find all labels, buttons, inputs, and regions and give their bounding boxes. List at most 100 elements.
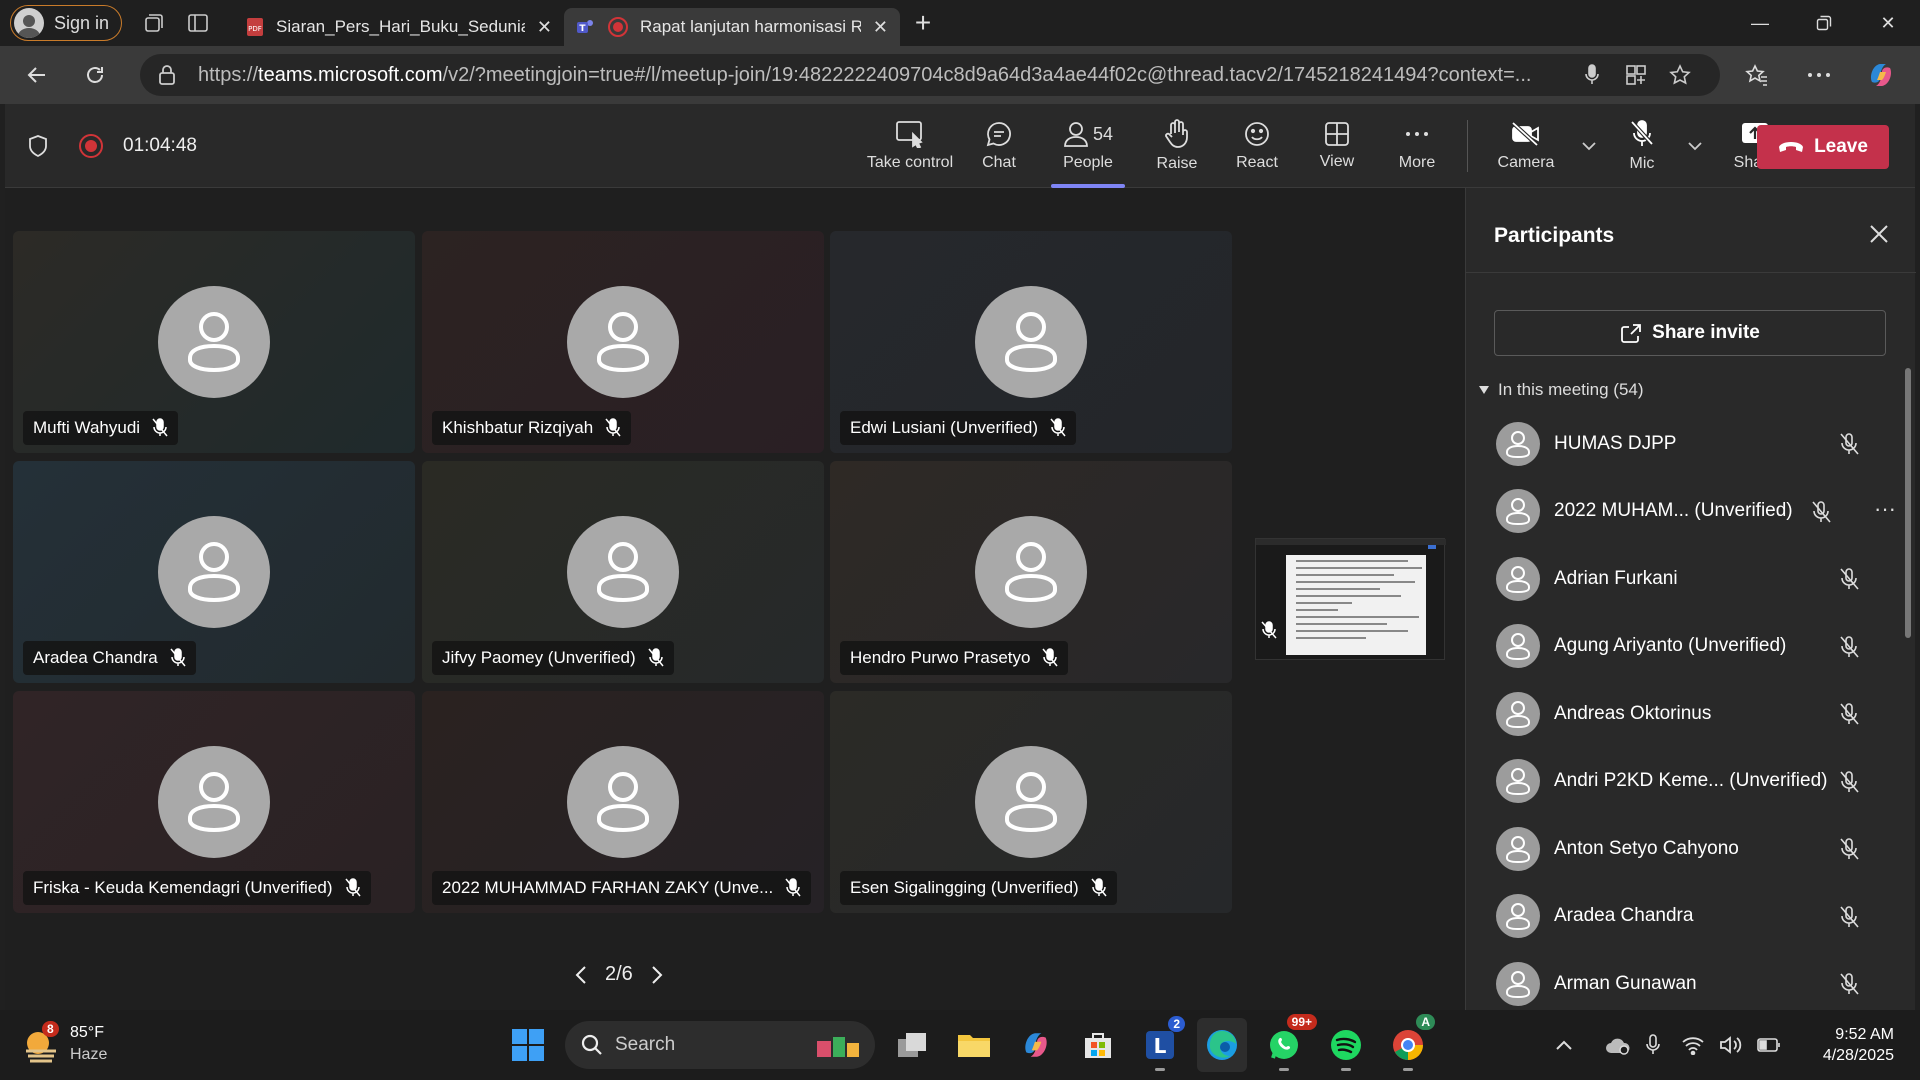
participant-name-label: Edwi Lusiani (Unverified)	[840, 411, 1077, 445]
close-tab-icon[interactable]: ✕	[873, 17, 888, 38]
restore-icon[interactable]	[1792, 0, 1856, 46]
participant-video-tile[interactable]: Edwi Lusiani (Unverified)	[830, 231, 1232, 453]
participant-list-item[interactable]: Adrian Furkani	[1466, 545, 1896, 613]
svg-text:L: L	[1154, 1034, 1167, 1058]
participant-name: Arman Gunawan	[1554, 972, 1697, 994]
close-tab-icon[interactable]: ✕	[537, 17, 552, 38]
more-options-icon[interactable]	[1788, 72, 1850, 78]
refresh-button[interactable]	[66, 46, 124, 104]
participant-video-tile[interactable]: Jifvy Paomey (Unverified)	[422, 461, 824, 683]
copilot-icon[interactable]	[1850, 60, 1912, 90]
more-button[interactable]: More	[1377, 104, 1457, 188]
tab-teams[interactable]: T Rapat lanjutan harmonisasi R ✕	[564, 8, 900, 46]
profile-signin-button[interactable]: Sign in	[10, 5, 122, 41]
whatsapp-icon[interactable]: 99+	[1259, 1014, 1317, 1072]
people-button[interactable]: 54 People	[1039, 104, 1137, 188]
teams-icon: T	[577, 20, 593, 34]
participant-list-item[interactable]: HUMAS DJPP	[1466, 410, 1896, 478]
start-button[interactable]	[503, 1018, 553, 1072]
avatar	[1496, 556, 1540, 601]
smiley-icon	[1245, 122, 1269, 146]
windows-logo-icon	[512, 1029, 544, 1061]
shared-screen-thumbnail[interactable]	[1255, 538, 1446, 660]
participant-list-item[interactable]: Anton Setyo Cahyono	[1466, 815, 1896, 883]
mic-off-icon	[1838, 837, 1860, 861]
system-clock[interactable]: 9:52 AM 4/28/2025	[1823, 1024, 1894, 1066]
battery-icon[interactable]	[1757, 1037, 1781, 1053]
recording-indicator-icon	[608, 17, 628, 37]
participant-name: Agung Ariyanto (Unverified)	[1554, 635, 1787, 657]
view-button[interactable]: View	[1297, 104, 1377, 188]
back-button[interactable]	[8, 46, 66, 104]
microsoft-store-icon[interactable]	[1073, 1018, 1123, 1072]
chrome-icon[interactable]: A	[1383, 1014, 1435, 1072]
camera-options-chevron-icon[interactable]	[1574, 104, 1604, 188]
participant-video-tile[interactable]: Esen Sigalingging (Unverified)	[830, 691, 1232, 913]
participant-list-item[interactable]: Andreas Oktorinus	[1466, 680, 1896, 748]
favorite-star-icon[interactable]	[1658, 64, 1702, 86]
file-explorer-icon[interactable]	[949, 1018, 999, 1072]
participant-video-tile[interactable]: Aradea Chandra	[13, 461, 415, 683]
tab-pdf[interactable]: PDF Siaran_Pers_Hari_Buku_Sedunia[1] ✕	[234, 8, 564, 46]
take-control-button[interactable]: Take control	[861, 104, 959, 188]
participant-video-tile[interactable]: Hendro Purwo Prasetyo	[830, 461, 1232, 683]
participant-list-item[interactable]: Arman Gunawan	[1466, 950, 1896, 1018]
participant-list-item[interactable]: Agung Ariyanto (Unverified)	[1466, 613, 1896, 681]
share-invite-button[interactable]: Share invite	[1494, 310, 1886, 356]
task-view-icon[interactable]	[887, 1018, 937, 1072]
panel-scrollbar[interactable]	[1905, 368, 1911, 638]
close-panel-icon[interactable]	[1869, 224, 1889, 244]
participant-name: Aradea Chandra	[1554, 905, 1694, 927]
mic-off-icon	[152, 418, 168, 437]
new-tab-button[interactable]: +	[900, 7, 946, 39]
participant-video-tile[interactable]: Mufti Wahyudi	[13, 231, 415, 453]
vertical-tabs-icon[interactable]	[176, 1, 220, 45]
lock-icon[interactable]	[158, 64, 176, 86]
microphone-in-use-icon[interactable]	[1645, 1033, 1661, 1057]
copilot-app-icon[interactable]	[1011, 1018, 1061, 1072]
react-button[interactable]: React	[1217, 104, 1297, 188]
mic-options-chevron-icon[interactable]	[1680, 104, 1710, 188]
camera-off-icon	[1511, 121, 1539, 147]
chat-button[interactable]: Chat	[959, 104, 1039, 188]
participant-list-item[interactable]: Aradea Chandra	[1466, 883, 1896, 951]
mic-button[interactable]: Mic	[1604, 104, 1680, 188]
page-navigator: 2/6	[575, 963, 663, 986]
raise-hand-button[interactable]: Raise	[1137, 104, 1217, 188]
leave-button[interactable]: Leave	[1757, 125, 1889, 169]
avatar-placeholder-icon	[567, 286, 679, 398]
microphone-permission-icon[interactable]	[1570, 64, 1614, 86]
participant-list-item[interactable]: 2022 MUHAM... (Unverified) ···	[1466, 478, 1896, 546]
search-icon	[581, 1034, 602, 1055]
participant-name: Andri P2KD Keme... (Unverified)	[1554, 770, 1828, 792]
close-window-icon[interactable]: ✕	[1856, 0, 1920, 46]
participant-name-label: Hendro Purwo Prasetyo	[840, 641, 1069, 675]
next-page-chevron-icon[interactable]	[651, 965, 663, 984]
wifi-icon[interactable]	[1681, 1035, 1705, 1055]
participant-video-tile[interactable]: 2022 MUHAMMAD FARHAN ZAKY (Unve...	[422, 691, 824, 913]
participant-video-tile[interactable]: Khishbatur Rizqiyah	[422, 231, 824, 453]
weather-widget[interactable]: 8 85°F Haze	[22, 1021, 107, 1066]
url-field[interactable]: https://teams.microsoft.com/v2/?meetingj…	[140, 54, 1720, 96]
participant-list-item[interactable]: Andri P2KD Keme... (Unverified)	[1466, 748, 1896, 816]
edge-browser-icon[interactable]	[1197, 1018, 1247, 1072]
onedrive-icon[interactable]	[1605, 1035, 1631, 1055]
volume-icon[interactable]	[1719, 1035, 1743, 1055]
mic-off-icon	[1091, 878, 1107, 897]
l-app-icon[interactable]: L 2	[1135, 1016, 1185, 1072]
workspaces-icon[interactable]	[132, 1, 176, 45]
participant-video-tile[interactable]: Friska - Keuda Kemendagri (Unverified)	[13, 691, 415, 913]
more-options-icon[interactable]: ···	[1874, 496, 1896, 522]
app-available-icon[interactable]	[1614, 64, 1658, 86]
in-meeting-section-toggle[interactable]: In this meeting (54)	[1478, 380, 1644, 400]
shield-icon[interactable]	[27, 134, 49, 158]
spotify-icon[interactable]	[1321, 1018, 1371, 1072]
favorites-icon[interactable]	[1726, 63, 1788, 87]
camera-button[interactable]: Camera	[1478, 104, 1574, 188]
previous-page-chevron-icon[interactable]	[575, 965, 587, 984]
tab-title: Rapat lanjutan harmonisasi R	[640, 17, 861, 36]
taskbar-search[interactable]: Search	[565, 1021, 875, 1069]
weather-haze-icon: 8	[22, 1021, 60, 1063]
minimize-icon[interactable]: —	[1728, 0, 1792, 46]
show-hidden-icons-chevron-icon[interactable]	[1555, 1039, 1573, 1051]
